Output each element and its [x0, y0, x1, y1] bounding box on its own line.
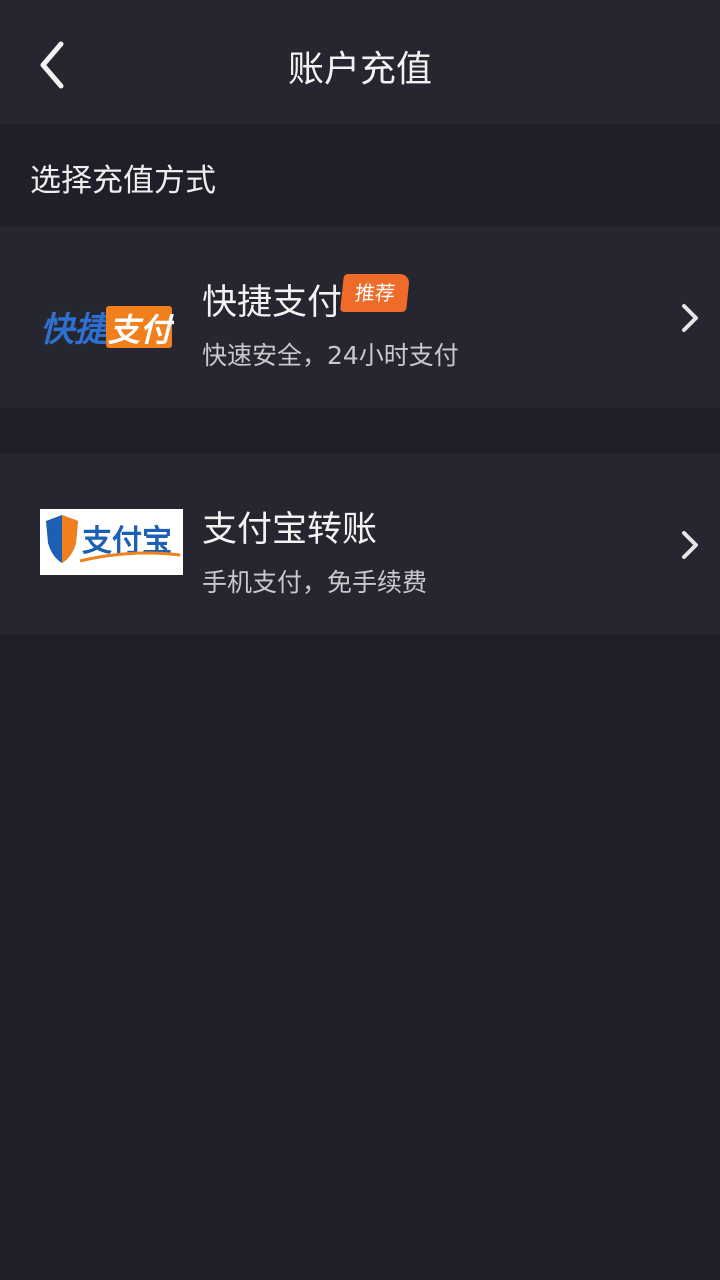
- quick-pay-logo: 快捷 支付: [40, 304, 177, 354]
- app-header: 账户充值: [0, 0, 720, 124]
- section-label: 选择充值方式: [30, 163, 216, 199]
- recommend-badge: 推荐: [340, 274, 410, 312]
- alipay-title: 支付宝转账: [202, 510, 378, 550]
- chevron-right-icon: [682, 304, 698, 332]
- chevron-right-icon: [682, 531, 698, 559]
- quick-pay-option[interactable]: 快捷 支付 快捷支付 推荐 快速安全，24小时支付: [0, 226, 720, 408]
- page-title: 账户充值: [287, 49, 432, 90]
- alipay-transfer-option[interactable]: 支付宝 支付宝转账 手机支付，免手续费: [0, 453, 720, 635]
- svg-text:支付: 支付: [108, 311, 174, 349]
- alipay-logo: 支付宝: [40, 509, 183, 575]
- svg-text:快捷: 快捷: [40, 310, 114, 350]
- alipay-description: 手机支付，免手续费: [202, 568, 428, 597]
- quick-pay-description: 快速安全，24小时支付: [202, 341, 459, 370]
- quick-pay-title: 快捷支付: [202, 283, 343, 323]
